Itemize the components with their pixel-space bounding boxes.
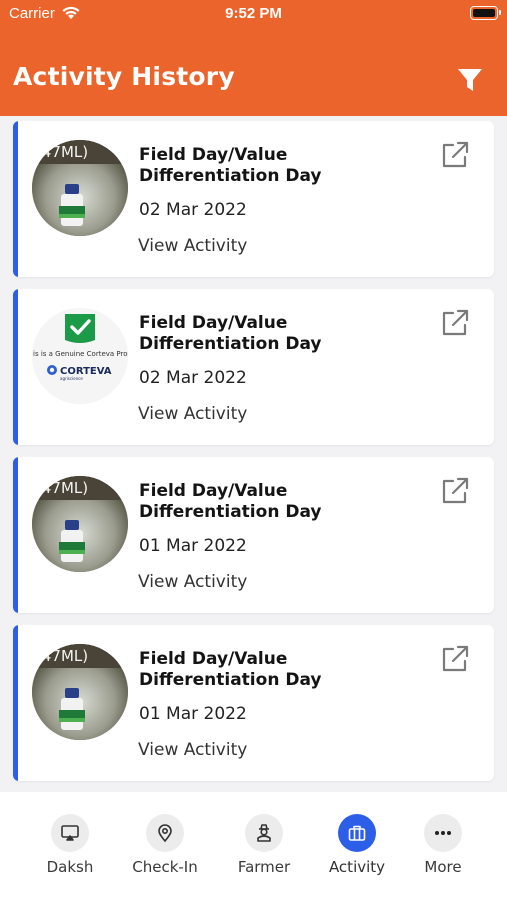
external-link-icon[interactable]: [439, 139, 471, 171]
more-dots-icon: [424, 814, 462, 852]
tab-farmer[interactable]: Farmer: [219, 814, 309, 876]
view-activity-link[interactable]: View Activity: [138, 404, 247, 424]
tab-label: Daksh: [46, 858, 94, 876]
activity-card[interactable]: (47ML) Field Day/Value Differentiation D…: [13, 121, 494, 277]
tab-more[interactable]: More: [398, 814, 488, 876]
tab-label: Farmer: [237, 858, 291, 876]
activity-thumbnail: is is a Genuine Corteva Produ CORTEVA ag…: [32, 308, 128, 404]
view-activity-link[interactable]: View Activity: [138, 572, 247, 592]
briefcase-icon: [338, 814, 376, 852]
app-header: Carrier 9:52 PM Activity History: [0, 0, 507, 116]
activity-title: Field Day/Value Differentiation Day: [139, 313, 322, 354]
tab-check-in[interactable]: Check-In: [120, 814, 210, 876]
activity-date: 01 Mar 2022: [139, 704, 247, 724]
card-accent-bar: [13, 625, 18, 781]
thumb-text: is is a Genuine Corteva Produ: [33, 350, 128, 358]
activity-thumbnail: (47ML): [32, 644, 128, 740]
brand-logo-subtext: agriscience: [60, 376, 83, 381]
activity-date: 02 Mar 2022: [139, 368, 247, 388]
screen-icon: [51, 814, 89, 852]
activity-date: 02 Mar 2022: [139, 200, 247, 220]
activity-title: Field Day/Value Differentiation Day: [139, 481, 322, 522]
thumb-text: (47ML): [36, 479, 88, 497]
card-accent-bar: [13, 289, 18, 445]
page-title: Activity History: [13, 62, 235, 91]
card-accent-bar: [13, 457, 18, 613]
bottom-tab-bar: Daksh Check-In Farmer Activity More: [0, 792, 507, 900]
tab-activity[interactable]: Activity: [312, 814, 402, 876]
location-pin-icon: [146, 814, 184, 852]
battery-icon: [470, 6, 501, 20]
filter-icon[interactable]: [456, 66, 484, 94]
tab-daksh[interactable]: Daksh: [25, 814, 115, 876]
activity-title: Field Day/Value Differentiation Day: [139, 649, 322, 690]
activity-title: Field Day/Value Differentiation Day: [139, 145, 322, 186]
activity-date: 01 Mar 2022: [139, 536, 247, 556]
activity-thumbnail: (47ML): [32, 476, 128, 572]
card-accent-bar: [13, 121, 18, 277]
thumb-text: (47ML): [36, 647, 88, 665]
external-link-icon[interactable]: [439, 475, 471, 507]
activity-list[interactable]: (47ML) Field Day/Value Differentiation D…: [0, 116, 507, 792]
clock: 9:52 PM: [225, 5, 282, 22]
view-activity-link[interactable]: View Activity: [138, 740, 247, 760]
activity-thumbnail: (47ML): [32, 140, 128, 236]
tab-label: Check-In: [132, 858, 198, 876]
tab-label: Activity: [328, 858, 386, 876]
external-link-icon[interactable]: [439, 643, 471, 675]
external-link-icon[interactable]: [439, 307, 471, 339]
farmer-icon: [245, 814, 283, 852]
thumb-text: (47ML): [36, 143, 88, 161]
status-bar: Carrier 9:52 PM: [0, 0, 507, 30]
tab-label: More: [424, 858, 462, 876]
activity-card[interactable]: is is a Genuine Corteva Produ CORTEVA ag…: [13, 289, 494, 445]
activity-card[interactable]: (47ML) Field Day/Value Differentiation D…: [13, 625, 494, 781]
activity-card[interactable]: (47ML) Field Day/Value Differentiation D…: [13, 457, 494, 613]
view-activity-link[interactable]: View Activity: [138, 236, 247, 256]
